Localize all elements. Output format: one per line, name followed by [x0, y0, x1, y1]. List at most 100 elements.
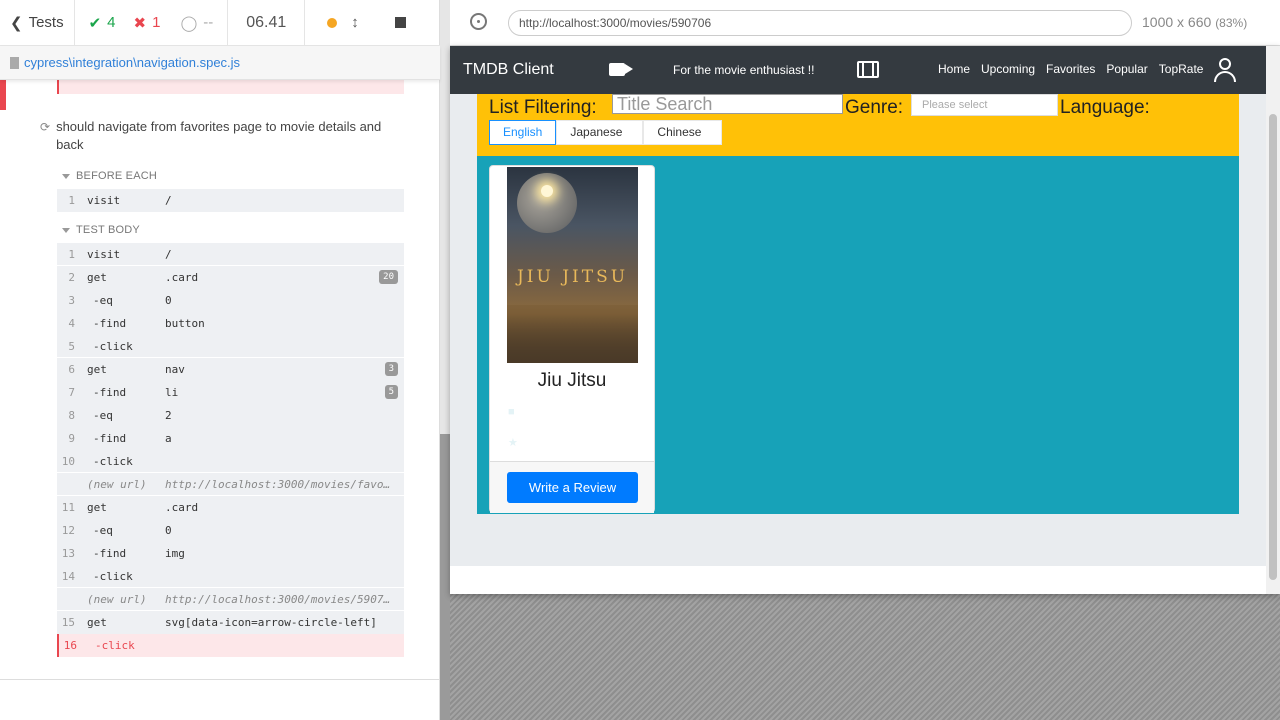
command-name: -click [95, 639, 135, 652]
failed-value: 1 [152, 14, 161, 31]
command-row[interactable]: 9 -find a [57, 427, 404, 450]
command-number: 15 [61, 616, 75, 629]
selector-playground-icon[interactable] [470, 13, 487, 30]
nav-toprate[interactable]: TopRate [1159, 62, 1204, 76]
command-row[interactable]: 8 -eq 2 [57, 404, 404, 427]
chevron-left-icon: ❮ [10, 14, 23, 32]
duration: 06.41 [228, 0, 306, 46]
panel-resizer[interactable] [440, 0, 450, 720]
x-icon: ✖ [133, 14, 147, 32]
movie-card: JIU JITSU Jiu Jitsu ■ ★ Write a Review [489, 165, 655, 513]
poster-city [507, 305, 638, 363]
command-name: visit [87, 194, 121, 207]
command-row[interactable]: 10 -click [57, 450, 404, 473]
calendar-icon: ■ [508, 406, 515, 418]
tests-label: Tests [28, 14, 64, 31]
command-row[interactable]: 16 -click [57, 634, 404, 657]
tests-button[interactable]: ❮ Tests [0, 0, 75, 46]
command-row[interactable]: 13 -find img [57, 542, 404, 565]
command-message: / [165, 194, 172, 207]
resize-arrows-icon[interactable]: ↕ [351, 14, 359, 31]
language-tab-japanese[interactable]: Japanese [556, 120, 644, 145]
language-label: Language: [1060, 97, 1150, 118]
command-row[interactable]: 5 -click [57, 335, 404, 358]
command-row[interactable]: 12 -eq 0 [57, 519, 404, 542]
command-number: 13 [61, 547, 75, 560]
command-name: get [87, 616, 107, 629]
command-number: 4 [68, 317, 75, 330]
film-icon [857, 61, 879, 78]
filter-bar: List Filtering: Title Search Genre: Plea… [477, 94, 1239, 156]
command-name: -click [93, 569, 133, 583]
command-number: 5 [68, 339, 75, 353]
nav-popular[interactable]: Popular [1106, 62, 1147, 76]
user-icon[interactable] [1214, 58, 1236, 82]
command-row[interactable]: 7 -find li 5 [57, 381, 404, 404]
caret-down-icon [62, 227, 70, 233]
genre-select[interactable]: Please select [911, 94, 1058, 116]
scrollbar-thumb[interactable] [440, 434, 450, 720]
app-scrollbar-thumb[interactable] [1269, 114, 1277, 580]
command-row[interactable]: 3 -eq 0 [57, 289, 404, 312]
new-url-row[interactable]: (new url) http://localhost:3000/movies/59… [57, 588, 404, 611]
command-number: 14 [61, 569, 75, 583]
test-title[interactable]: ⟳ should navigate from favorites page to… [40, 118, 390, 154]
command-number: 9 [68, 432, 75, 445]
write-review-button[interactable]: Write a Review [507, 472, 638, 503]
command-message: .card [165, 501, 199, 514]
test-body-hook[interactable]: TEST BODY [62, 224, 140, 236]
genre-label: Genre: [845, 97, 904, 118]
spec-path[interactable]: cypress\integration\navigation.spec.js [24, 55, 240, 70]
command-message: a [165, 432, 172, 445]
stats-bar: ❮ Tests ✔ 4 ✖ 1 ◯ -- 06.41 ↕ [0, 0, 440, 46]
element-count-badge: 5 [384, 385, 398, 399]
filter-label: List Filtering: [489, 97, 597, 118]
language-tab-english[interactable]: English [489, 120, 557, 145]
command-row[interactable]: 1 visit / [57, 189, 404, 212]
nav-favorites[interactable]: Favorites [1046, 62, 1095, 76]
command-number: 12 [61, 524, 75, 537]
movie-poster[interactable]: JIU JITSU [507, 167, 638, 363]
aut-url-bar: http://localhost:3000/movies/590706 [508, 10, 1132, 36]
command-number: 3 [68, 294, 75, 307]
command-row[interactable]: 14 -click [57, 565, 404, 588]
running-indicator-icon [327, 17, 338, 28]
before-each-hook[interactable]: BEFORE EACH [62, 170, 157, 182]
command-row[interactable]: 2 get .card 20 [57, 266, 404, 289]
cypress-runner: ❮ Tests ✔ 4 ✖ 1 ◯ -- 06.41 ↕ cypress\int… [0, 0, 1280, 720]
poster-planet [517, 173, 577, 233]
test-body-commands: 1 visit/2 get .card 20 3 -eq 0 4 -find button 5 -cli… [57, 243, 404, 657]
nav-upcoming[interactable]: Upcoming [981, 62, 1035, 76]
poster-sun [541, 185, 553, 197]
command-row[interactable]: 15 get svg[data-icon=arrow-circle-left] [57, 611, 404, 634]
command-name: get [87, 501, 107, 514]
command-number: 10 [61, 454, 75, 468]
passed-count: ✔ 4 ✖ 1 ◯ -- [75, 0, 229, 46]
spec-file-bar[interactable]: cypress\integration\navigation.spec.js [0, 46, 440, 80]
pending-icon: ◯ [180, 14, 198, 32]
stop-icon[interactable] [394, 17, 406, 28]
language-tabs: English Japanese Chinese [489, 120, 723, 145]
command-number: 6 [68, 363, 75, 376]
brand[interactable]: TMDB Client [463, 61, 554, 79]
element-count-badge: 20 [379, 270, 398, 284]
passed-value: 4 [107, 14, 116, 31]
command-row[interactable]: 11 get .card [57, 496, 404, 519]
check-icon: ✔ [88, 14, 102, 32]
command-number: 8 [68, 409, 75, 422]
language-tab-chinese[interactable]: Chinese [643, 120, 723, 145]
command-name: visit [87, 247, 121, 261]
nav-home[interactable]: Home [938, 62, 970, 76]
command-name: get [87, 363, 107, 376]
file-icon [10, 56, 19, 69]
viewport-info[interactable]: 1000 x 660 (83%) [1142, 14, 1247, 30]
new-url-row[interactable]: (new url) http://localhost:3000/movies/fa… [57, 473, 404, 496]
hook-label: TEST BODY [76, 224, 140, 236]
command-row[interactable]: 4 -find button [57, 312, 404, 335]
command-row[interactable]: 1 visit / [57, 243, 404, 266]
title-search-input[interactable]: Title Search [612, 94, 843, 114]
app-scrollbar[interactable] [1266, 46, 1280, 594]
card-title: Jiu Jitsu [537, 370, 607, 391]
command-message: / [165, 247, 172, 261]
command-row[interactable]: 6 get nav 3 [57, 358, 404, 381]
